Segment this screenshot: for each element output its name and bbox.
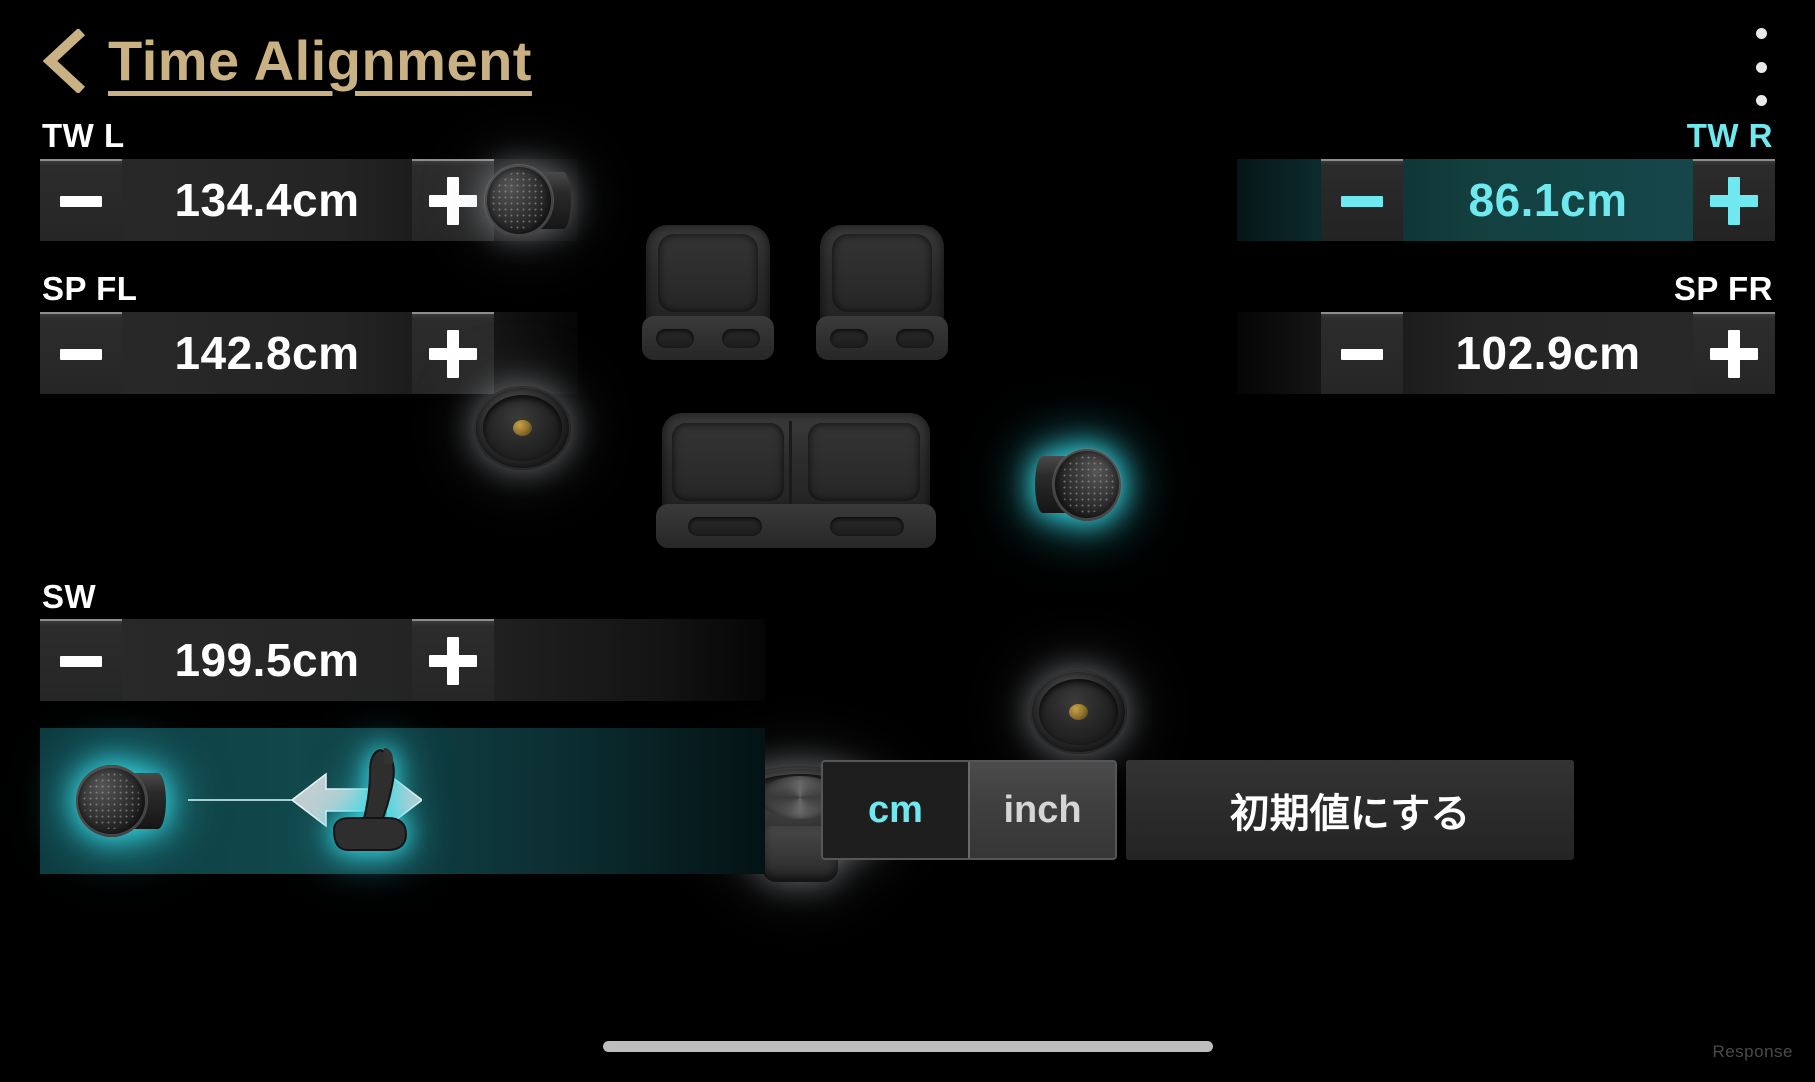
overflow-menu-icon[interactable]: [1741, 22, 1781, 112]
header: Time Alignment: [40, 28, 532, 93]
midwoofer-icon: [474, 386, 571, 470]
sp-fl-value: 142.8cm: [174, 327, 360, 379]
car-seat-rear-bench: [656, 413, 936, 548]
channel-label-tw-l: TW L: [42, 117, 125, 154]
unit-toggle[interactable]: cm inch: [821, 760, 1117, 860]
menu-dot: [1755, 28, 1767, 39]
channel-label-sp-fl: SP FL: [42, 270, 138, 307]
car-seat-layout: [620, 225, 970, 555]
menu-dot: [1755, 95, 1767, 106]
home-indicator[interactable]: [602, 1041, 1213, 1052]
sw-value: 199.5cm: [174, 634, 360, 686]
tweeter-icon: [1031, 447, 1123, 522]
car-seat-front-left: [642, 225, 774, 360]
sp-fr-increment-button[interactable]: [1693, 312, 1775, 394]
plus-icon: [429, 177, 477, 225]
reset-to-default-button[interactable]: 初期値にする: [1126, 760, 1574, 860]
unit-option-cm[interactable]: cm: [823, 762, 968, 858]
minus-icon: [1341, 348, 1383, 360]
menu-dot: [1755, 61, 1767, 73]
plus-icon: [1710, 330, 1758, 378]
page-title: Time Alignment: [108, 29, 532, 92]
back-chevron-icon[interactable]: [40, 28, 86, 93]
sp-fr-value: 102.9cm: [1455, 327, 1641, 379]
minus-icon: [1341, 195, 1383, 207]
channel-label-sp-fr: SP FR: [1673, 270, 1773, 307]
tw-r-increment-button[interactable]: [1693, 159, 1775, 241]
distance-diagram-panel: [40, 728, 765, 874]
minus-icon: [60, 348, 102, 360]
sp-fl-decrement-button[interactable]: [40, 312, 122, 394]
sw-decrement-button[interactable]: [40, 619, 122, 701]
car-seat-icon: [318, 746, 428, 858]
sw-increment-button[interactable]: [412, 619, 494, 701]
sp-fl-increment-button[interactable]: [412, 312, 494, 394]
channel-label-sw: SW: [42, 578, 97, 615]
tw-l-increment-button[interactable]: [412, 159, 494, 241]
tweeter-icon: [74, 764, 170, 838]
channel-row-tw-l[interactable]: 134.4cm: [40, 159, 578, 241]
watermark: Response: [1712, 1042, 1793, 1061]
channel-row-sp-fr[interactable]: 102.9cm: [1237, 312, 1775, 394]
plus-icon: [429, 330, 477, 378]
plus-icon: [1710, 177, 1758, 225]
plus-icon: [429, 637, 477, 685]
tw-r-value: 86.1cm: [1468, 174, 1628, 226]
channel-label-tw-r: TW R: [1686, 117, 1773, 154]
minus-icon: [60, 655, 102, 667]
channel-row-sw[interactable]: 199.5cm: [40, 619, 765, 701]
midwoofer-icon: [1030, 670, 1127, 754]
sp-fr-decrement-button[interactable]: [1321, 312, 1403, 394]
unit-option-inch[interactable]: inch: [968, 762, 1115, 858]
channel-row-tw-r[interactable]: 86.1cm: [1237, 159, 1775, 241]
minus-icon: [60, 195, 102, 207]
tw-r-decrement-button[interactable]: [1321, 159, 1403, 241]
car-seat-front-right: [816, 225, 948, 360]
tw-l-decrement-button[interactable]: [40, 159, 122, 241]
channel-row-sp-fl[interactable]: 142.8cm: [40, 312, 578, 394]
tw-l-value: 134.4cm: [174, 174, 360, 226]
